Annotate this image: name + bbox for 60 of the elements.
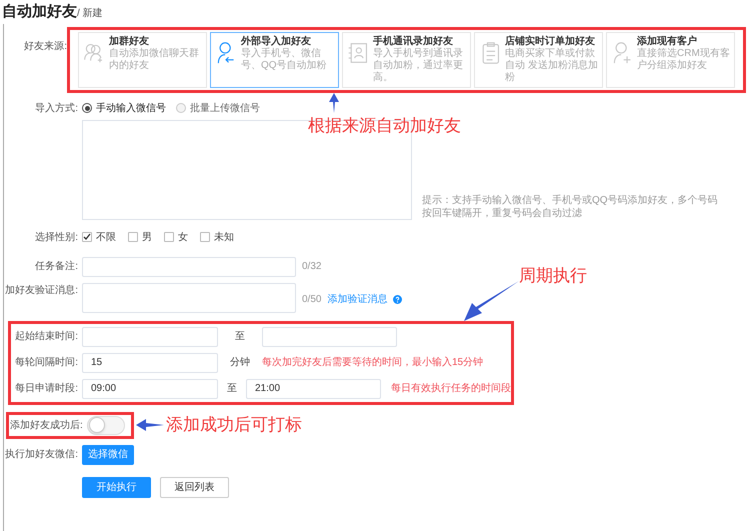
field-label: 导入方式: — [35, 102, 78, 116]
page-title: 自动加好友 — [2, 2, 77, 22]
callout-arrow — [464, 280, 519, 320]
checkbox-option[interactable]: 女 — [164, 230, 188, 244]
hint-text: 每次加完好友后需要等待的时间，最小输入15分钟 — [262, 356, 484, 370]
field-label: 添加好友成功后: — [10, 418, 83, 432]
field-label: 任务备注: — [35, 260, 78, 274]
annotation-text: 根据来源自动加好友 — [308, 114, 461, 136]
character-counter: 0/50 — [302, 292, 322, 306]
back-button[interactable]: 返回列表 — [160, 476, 229, 498]
card-description: 导入手机号到通讯录自动加粉，通过率更高。 — [373, 48, 464, 84]
card-description: 自动添加微信聊天群内的好友 — [109, 48, 200, 72]
source-card[interactable]: 加群好友 自动添加微信聊天群内的好友 — [78, 32, 207, 88]
character-counter: 0/32 — [302, 260, 322, 274]
field-label: 好友来源: — [24, 40, 67, 54]
checkbox-option[interactable]: 不限 — [82, 230, 116, 244]
field-label: 每轮间隔时间: — [15, 356, 78, 370]
range-separator: 至 — [234, 330, 246, 344]
source-card[interactable]: 添加现有客户 直接筛选CRM现有客户分组添加好友 — [606, 32, 735, 88]
source-card[interactable]: 手机通讯录加好友 导入手机号到通讯录自动加粉，通过率更高。 — [342, 32, 471, 88]
card-title: 加群好友 — [109, 34, 150, 48]
help-icon — [393, 294, 402, 304]
field-label: 选择性别: — [35, 230, 78, 244]
annotation-text: 添加成功后可打标 — [166, 414, 302, 436]
card-description: 直接筛选CRM现有客户分组添加好友 — [637, 48, 730, 72]
text-field[interactable] — [82, 326, 218, 346]
text-field[interactable]: 21:00 — [246, 378, 381, 398]
toggle-switch[interactable] — [86, 416, 125, 434]
checkmark-icon — [83, 233, 91, 241]
field-label: 加好友验证消息: — [5, 284, 78, 298]
card-title: 添加现有客户 — [637, 34, 698, 48]
field-label: 起始结束时间: — [15, 330, 78, 344]
unit-label: 分钟 — [229, 356, 251, 370]
callout-arrow — [136, 418, 164, 432]
contact-card-icon — [347, 40, 369, 64]
text-field[interactable] — [82, 256, 296, 276]
person-plus-icon — [611, 40, 633, 64]
breadcrumb: / 新建 — [77, 6, 103, 21]
source-card[interactable]: 外部导入加好友 导入手机号、微信号、QQ号自动加粉 — [210, 32, 339, 88]
text-field[interactable]: 15 — [82, 352, 218, 372]
checkbox-option[interactable]: 男 — [128, 230, 152, 244]
callout-arrow — [328, 92, 340, 112]
radio-option[interactable]: 手动输入微信号 — [82, 100, 166, 116]
text-field[interactable]: 09:00 — [82, 378, 218, 398]
checkbox-option[interactable]: 未知 — [200, 230, 234, 244]
radio-option[interactable]: 批量上传微信号 — [176, 100, 260, 116]
range-separator: 至 — [226, 382, 238, 396]
card-title: 外部导入加好友 — [241, 34, 312, 48]
hint-text: 每日有效执行任务的时间段 — [391, 382, 511, 396]
source-card[interactable]: 店铺实时订单加好友 电商买家下单或付款自动 发送加粉消息加粉 — [474, 32, 603, 88]
card-title: 店铺实时订单加好友 — [505, 34, 596, 48]
card-title: 手机通讯录加好友 — [373, 34, 454, 48]
hint-text: 提示：支持手动输入微信号、手机号或QQ号码添加好友，多个号码按回车键隔开，重复号码会自动过滤 — [422, 194, 719, 220]
text-field[interactable] — [82, 282, 296, 312]
annotation-text: 周期执行 — [519, 264, 587, 286]
card-description: 电商买家下单或付款自动 发送加粉消息加粉 — [505, 48, 598, 84]
text-field[interactable] — [262, 326, 397, 346]
card-description: 导入手机号、微信号、QQ号自动加粉 — [241, 48, 328, 72]
field-label: 执行加好友微信: — [5, 448, 78, 462]
field-label: 每日申请时段: — [15, 382, 78, 396]
